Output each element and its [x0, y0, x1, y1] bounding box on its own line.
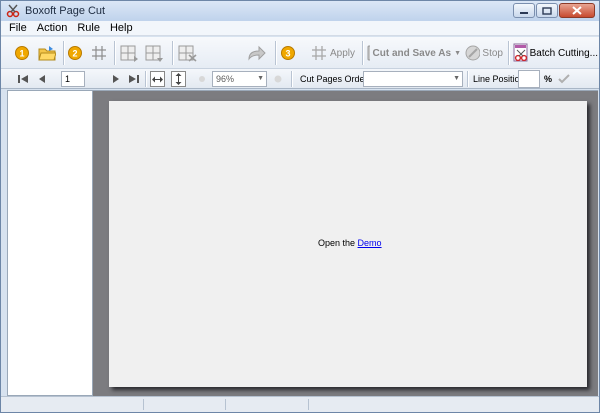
previous-page-button[interactable] [35, 72, 49, 86]
app-window: Boxoft Page Cut File Action Rule Help 1 [0, 0, 600, 413]
open-prefix-text: Open the [318, 238, 356, 248]
last-page-button[interactable] [127, 72, 141, 86]
apply-label: Apply [329, 47, 355, 59]
window-title: Boxoft Page Cut [25, 5, 106, 17]
confirm-line-position-button[interactable] [557, 72, 571, 86]
step-2-number: 2 [72, 49, 77, 59]
grid-apply-icon [311, 46, 326, 60]
cut-order-dropdown-arrow-icon: ▼ [453, 75, 460, 82]
cut-and-save-as-label: Cut and Save As [372, 47, 452, 59]
zoom-in-button[interactable] [271, 72, 285, 86]
status-cell-1 [1, 399, 144, 410]
split-vertical-icon [145, 45, 163, 62]
delete-line-button[interactable] [177, 43, 199, 63]
delete-line-icon [178, 45, 197, 62]
open-demo-message: Open the Demo [318, 238, 382, 248]
main-toolbar: 1 2 3 Apply Cut and Save As ▼ Stop Batch… [1, 37, 599, 69]
menu-file[interactable]: File [1, 21, 32, 36]
navigation-toolbar: 1 96% ▼ Cut Pages Order: ▼ Line Position… [1, 69, 599, 89]
close-button[interactable] [559, 3, 595, 18]
menu-rule[interactable]: Rule [72, 21, 105, 36]
zoom-select[interactable]: 96% ▼ [212, 71, 267, 87]
first-page-button[interactable] [16, 72, 30, 86]
title-bar[interactable]: Boxoft Page Cut [1, 1, 599, 21]
demo-link[interactable]: Demo [358, 238, 382, 248]
minimize-icon [520, 11, 528, 14]
fit-width-button[interactable] [150, 71, 165, 87]
fit-width-icon [152, 76, 163, 82]
menu-help[interactable]: Help [105, 21, 138, 36]
menu-bar: File Action Rule Help [1, 21, 599, 36]
cut-pages-order-label: Cut Pages Order: [300, 74, 371, 84]
open-file-button[interactable] [37, 43, 57, 63]
status-cell-2 [144, 399, 226, 410]
step-3-badge: 3 [280, 45, 296, 61]
close-icon [572, 6, 582, 15]
checkmark-icon [558, 74, 570, 84]
split-vertical-button[interactable] [144, 43, 166, 63]
fit-height-button[interactable] [171, 71, 186, 87]
batch-cutting-label: Batch Cutting... [529, 47, 598, 59]
open-folder-icon [38, 46, 56, 61]
maximize-icon [542, 6, 552, 15]
fit-height-icon [175, 73, 182, 85]
cut-pages-order-select[interactable]: ▼ [363, 71, 463, 87]
batch-cutting-button[interactable]: Batch Cutting... [512, 42, 598, 64]
split-horizontal-icon [120, 45, 138, 62]
grid-lines-button[interactable] [89, 43, 109, 63]
menu-action[interactable]: Action [32, 21, 73, 36]
stop-icon [465, 45, 481, 61]
zoom-out-icon [199, 76, 205, 82]
status-bar [1, 396, 599, 412]
previous-page-icon [39, 75, 45, 83]
zoom-dropdown-arrow-icon: ▼ [257, 75, 264, 82]
status-cell-3 [226, 399, 309, 410]
grid-icon [92, 46, 106, 60]
zoom-out-button[interactable] [195, 72, 209, 86]
percent-sign: % [544, 74, 553, 84]
first-page-icon [18, 75, 28, 83]
step-3-number: 3 [285, 49, 290, 59]
next-page-button[interactable] [109, 72, 123, 86]
cut-and-save-as-button[interactable]: Cut and Save As ▼ [367, 43, 461, 63]
scissors-app-icon [6, 4, 20, 18]
redo-arrow-icon [248, 45, 266, 61]
split-horizontal-button[interactable] [119, 43, 141, 63]
apply-button[interactable]: Apply [309, 43, 357, 63]
step-2-badge: 2 [67, 45, 83, 61]
zoom-value: 96% [216, 74, 235, 84]
save-disk-icon [367, 45, 370, 61]
redo-button[interactable] [245, 43, 267, 63]
step-1-badge: 1 [14, 45, 30, 61]
line-position-input[interactable] [518, 70, 540, 88]
page-number-input[interactable]: 1 [61, 71, 85, 87]
next-page-icon [113, 75, 119, 83]
stop-button[interactable]: Stop [465, 43, 503, 63]
zoom-in-icon [274, 75, 282, 83]
batch-cut-icon [513, 43, 528, 62]
step-1-number: 1 [19, 49, 24, 59]
maximize-button[interactable] [536, 3, 558, 18]
thumbnail-pane[interactable] [7, 90, 93, 396]
dropdown-arrow-icon: ▼ [454, 49, 461, 57]
last-page-icon [129, 75, 139, 83]
stop-label: Stop [482, 47, 503, 59]
minimize-button[interactable] [513, 3, 535, 18]
